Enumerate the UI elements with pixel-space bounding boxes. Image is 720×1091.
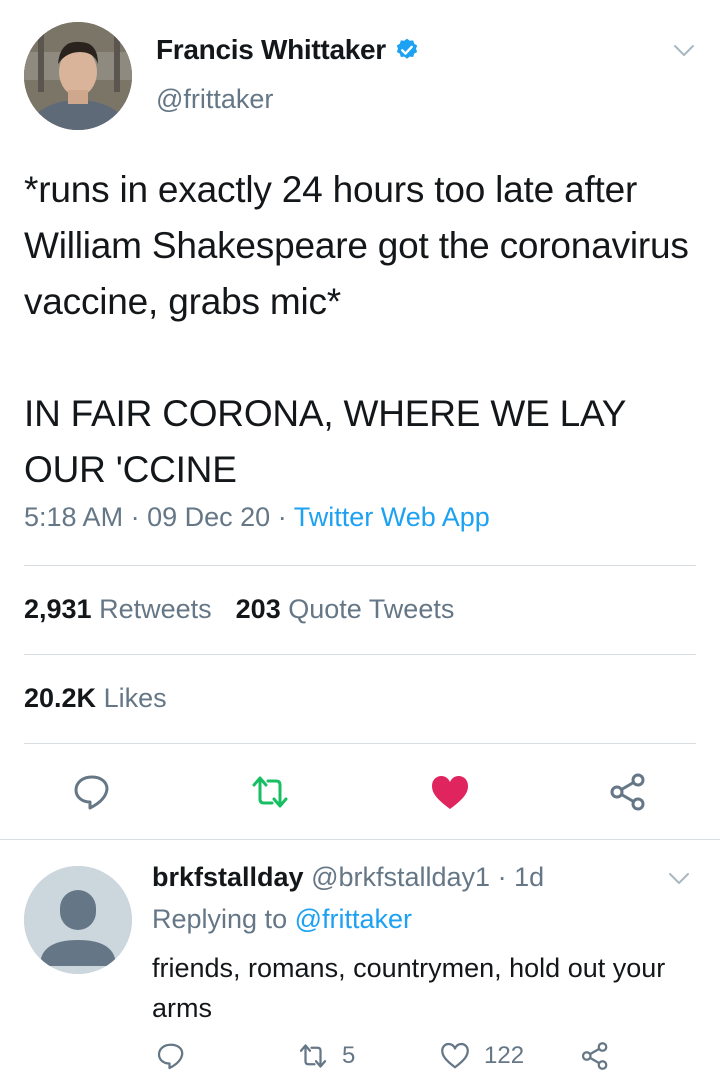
reply-age[interactable]: 1d: [514, 862, 544, 892]
reply-like-button[interactable]: 122: [440, 1038, 524, 1074]
reply-text: friends, romans, countrymen, hold out yo…: [152, 953, 666, 1023]
reply-retweet-button[interactable]: 5: [298, 1038, 355, 1074]
reply-icon: [157, 1043, 184, 1070]
like-button[interactable]: [430, 773, 470, 813]
likes-count: 20.2K: [24, 683, 97, 713]
default-avatar-icon: [24, 866, 132, 974]
chevron-down-icon[interactable]: [668, 872, 690, 886]
reply-reply-button[interactable]: [156, 1038, 200, 1074]
replying-to-label: Replying to: [152, 904, 288, 934]
tweet-time[interactable]: 5:18 AM: [24, 502, 123, 532]
author-name[interactable]: Francis Whittaker: [156, 34, 420, 66]
verified-badge-icon: [396, 38, 418, 59]
reply-header: brkfstallday @brkfstallday1 · 1d: [152, 862, 544, 893]
share-icon: [610, 773, 645, 811]
author-avatar[interactable]: [24, 22, 132, 130]
likes-stats[interactable]: 20.2K Likes: [24, 683, 167, 714]
reply-author-avatar[interactable]: [24, 866, 132, 974]
retweet-button[interactable]: [250, 772, 290, 812]
replying-to-mention[interactable]: @frittaker: [295, 904, 412, 934]
author-handle[interactable]: @frittaker: [156, 84, 273, 115]
meta-separator: ·: [277, 502, 287, 532]
reply-like-count: 122: [484, 1042, 525, 1069]
reply-button[interactable]: [72, 772, 112, 812]
quote-label: Quote Tweets: [288, 594, 455, 624]
retweets-count: 2,931: [24, 594, 92, 624]
quote-count: 203: [235, 594, 281, 624]
retweet-icon: [299, 1044, 327, 1068]
reply-retweet-count: 5: [342, 1042, 356, 1069]
retweets-link[interactable]: 2,931 Retweets: [24, 594, 212, 624]
meta-separator: ·: [497, 862, 507, 892]
like-icon: [432, 776, 468, 809]
reply-tweet[interactable]: brkfstallday @brkfstallday1 · 1d Replyin…: [0, 840, 720, 1091]
divider: [24, 565, 696, 566]
share-icon: [581, 1042, 608, 1070]
author-name-text[interactable]: Francis Whittaker: [156, 34, 386, 65]
reply-icon: [74, 775, 109, 810]
reply-share-button[interactable]: [580, 1038, 624, 1074]
meta-separator: ·: [130, 502, 140, 532]
divider: [24, 654, 696, 655]
tweet-source[interactable]: Twitter Web App: [294, 502, 490, 532]
tweet-date[interactable]: 09 Dec 20: [147, 502, 270, 532]
retweet-icon: [252, 776, 288, 808]
share-button[interactable]: [608, 772, 648, 812]
retweet-stats: 2,931 Retweets 203 Quote Tweets: [24, 594, 454, 625]
tweet-text: *runs in exactly 24 hours too late after…: [24, 169, 689, 490]
main-tweet: Francis Whittaker @frittaker *runs in ex…: [0, 0, 720, 840]
divider: [24, 743, 696, 744]
like-outline-icon: [441, 1042, 469, 1069]
reply-author-handle[interactable]: @brkfstallday1: [311, 862, 490, 892]
chevron-down-icon[interactable]: [673, 44, 695, 58]
tweet-timestamp: 5:18 AM · 09 Dec 20 · Twitter Web App: [24, 502, 490, 533]
reply-author-name[interactable]: brkfstallday: [152, 862, 304, 892]
replying-to: Replying to @frittaker: [152, 904, 412, 935]
quote-tweets-link[interactable]: 203 Quote Tweets: [236, 594, 455, 624]
retweets-label: Retweets: [99, 594, 212, 624]
likes-label: Likes: [103, 683, 167, 713]
